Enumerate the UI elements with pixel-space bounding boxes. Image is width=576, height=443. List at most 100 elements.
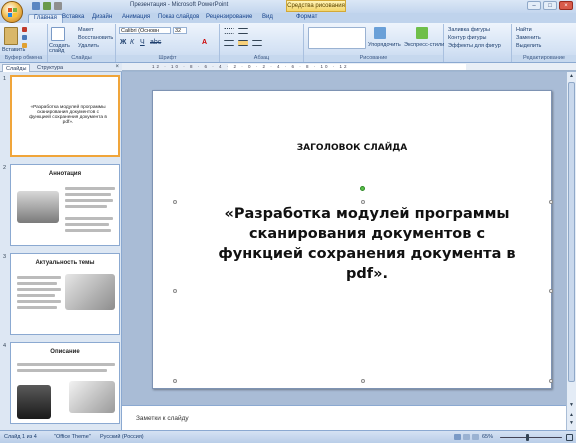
group-label: Слайды (48, 55, 115, 62)
replace-button[interactable]: Заменить (516, 35, 541, 41)
tab-format[interactable]: Формат (296, 14, 317, 23)
notes-pane[interactable]: Заметки к слайду (122, 405, 566, 430)
slide-body-text[interactable]: «Разработка модулей программы сканирован… (213, 204, 521, 284)
scroll-thumb[interactable] (568, 82, 575, 382)
thumb-title: Аннотация (48, 171, 82, 177)
resize-handle[interactable] (361, 379, 365, 383)
slide-sorter-icon[interactable] (463, 434, 470, 440)
select-button[interactable]: Выделить (516, 43, 541, 49)
tab-review[interactable]: Рецензирование (206, 14, 252, 23)
find-button[interactable]: Найти (516, 27, 532, 33)
paste-icon[interactable] (4, 27, 18, 45)
rotation-handle[interactable] (360, 186, 365, 191)
ribbon: Вставить Буфер обмена Создать слайд Маке… (0, 23, 576, 63)
resize-handle[interactable] (173, 289, 177, 293)
slide-thumbnail-2[interactable]: Аннотация (10, 164, 120, 246)
tab-slides[interactable]: Слайды (2, 64, 31, 72)
quick-styles-button[interactable]: Экспресс-стили (404, 42, 444, 48)
close-panel-icon[interactable]: × (115, 64, 119, 70)
vertical-scrollbar[interactable]: ▲ ▼ ▲ ▼ (566, 72, 576, 430)
font-size-select[interactable]: 32 (173, 27, 187, 34)
ribbon-tabs: Главная Вставка Дизайн Анимация Показ сл… (0, 13, 576, 23)
resize-handle[interactable] (549, 379, 553, 383)
tab-animation[interactable]: Анимация (122, 14, 150, 23)
strikethrough-icon[interactable]: abc (150, 39, 161, 46)
resize-handle[interactable] (549, 200, 553, 204)
slideshow-icon[interactable] (472, 434, 479, 440)
copy-icon[interactable] (22, 35, 27, 40)
cut-icon[interactable] (22, 27, 27, 32)
align-left-icon[interactable] (224, 40, 234, 46)
tab-outline[interactable]: Структура (34, 64, 66, 72)
scroll-up-icon[interactable]: ▲ (568, 73, 575, 80)
group-shape-format: Заливка фигуры Контур фигуры Эффекты для… (444, 24, 512, 62)
quick-styles-icon[interactable] (416, 27, 428, 39)
group-clipboard: Вставить Буфер обмена (0, 24, 48, 62)
slide-title[interactable]: ЗАГОЛОВОК СЛАЙДА (153, 143, 551, 153)
title-bar: Презентация - Microsoft PowerPoint Средс… (0, 0, 576, 13)
numbering-icon[interactable] (238, 28, 248, 34)
status-theme: "Office Theme" (54, 434, 91, 440)
redo-icon[interactable] (54, 2, 62, 10)
previous-slide-icon[interactable]: ▲ (568, 412, 575, 419)
scroll-down-icon[interactable]: ▼ (568, 402, 575, 409)
resize-handle[interactable] (173, 200, 177, 204)
align-center-icon[interactable] (238, 40, 248, 46)
tab-view[interactable]: Вид (262, 14, 273, 23)
context-tab-drawing-tools[interactable]: Средства рисования (286, 0, 346, 12)
arrange-icon[interactable] (374, 27, 386, 39)
group-label: Редактирование (512, 55, 576, 62)
tab-slideshow[interactable]: Показ слайдов (158, 14, 199, 23)
tab-insert[interactable]: Вставка (62, 14, 84, 23)
status-language[interactable]: Русский (Россия) (100, 434, 144, 440)
scanner-image (17, 191, 59, 223)
new-slide-button[interactable]: Создать слайд (49, 43, 71, 54)
bold-icon[interactable]: Ж (120, 39, 126, 46)
slide-number: 2 (3, 165, 7, 171)
resize-handle[interactable] (549, 289, 553, 293)
shape-fill-button[interactable]: Заливка фигуры (448, 27, 490, 33)
layout-button[interactable]: Макет (78, 27, 94, 33)
zoom-slider-thumb[interactable] (526, 434, 529, 441)
new-slide-icon[interactable] (51, 27, 65, 41)
arrange-button[interactable]: Упорядочить (368, 42, 401, 48)
group-label: Буфер обмена (0, 55, 47, 62)
italic-icon[interactable]: К (130, 39, 134, 46)
undo-icon[interactable] (43, 2, 51, 10)
maximize-button[interactable]: □ (543, 1, 557, 10)
close-button[interactable]: × (559, 1, 573, 10)
bullets-icon[interactable] (224, 28, 234, 34)
reset-button[interactable]: Восстановить (78, 35, 113, 41)
font-name-select[interactable]: Calibri (Основн (119, 27, 171, 34)
tab-home[interactable]: Главная (28, 14, 63, 23)
group-label: Рисование (304, 55, 443, 62)
align-right-icon[interactable] (252, 40, 262, 46)
shape-effects-button[interactable]: Эффекты для фигур (448, 43, 501, 49)
slide-1[interactable]: ЗАГОЛОВОК СЛАЙДА «Разработка модулей про… (152, 90, 553, 389)
slide-thumbnail-3[interactable]: Актуальность темы (10, 253, 120, 335)
status-bar: Слайд 1 из 4 "Office Theme" Русский (Рос… (0, 430, 576, 443)
shapes-gallery[interactable] (308, 27, 366, 49)
normal-view-icon[interactable] (454, 434, 461, 440)
format-painter-icon[interactable] (22, 43, 27, 48)
tab-design[interactable]: Дизайн (92, 14, 112, 23)
resize-handle[interactable] (173, 379, 177, 383)
delete-slide-button[interactable]: Удалить (78, 43, 99, 49)
slide-thumbnail-4[interactable]: Описание (10, 342, 120, 424)
group-paragraph: Абзац (220, 24, 304, 62)
slide-thumbnail-1[interactable]: «Разработка модулей программы сканирован… (10, 75, 120, 157)
underline-icon[interactable]: Ч (140, 39, 145, 46)
save-icon[interactable] (32, 2, 40, 10)
status-slide-count: Слайд 1 из 4 (4, 434, 37, 440)
zoom-slider[interactable] (500, 437, 562, 438)
minimize-button[interactable]: – (527, 1, 541, 10)
shape-outline-button[interactable]: Контур фигуры (448, 35, 486, 41)
office-button[interactable] (1, 1, 23, 23)
resize-handle[interactable] (361, 200, 365, 204)
fit-to-window-icon[interactable] (566, 434, 573, 441)
font-color-icon[interactable]: A (202, 39, 207, 46)
window-title: Презентация - Microsoft PowerPoint (130, 2, 229, 8)
zoom-level[interactable]: 65% (482, 434, 493, 440)
group-slides: Создать слайд Макет Восстановить Удалить… (48, 24, 116, 62)
next-slide-icon[interactable]: ▼ (568, 420, 575, 427)
